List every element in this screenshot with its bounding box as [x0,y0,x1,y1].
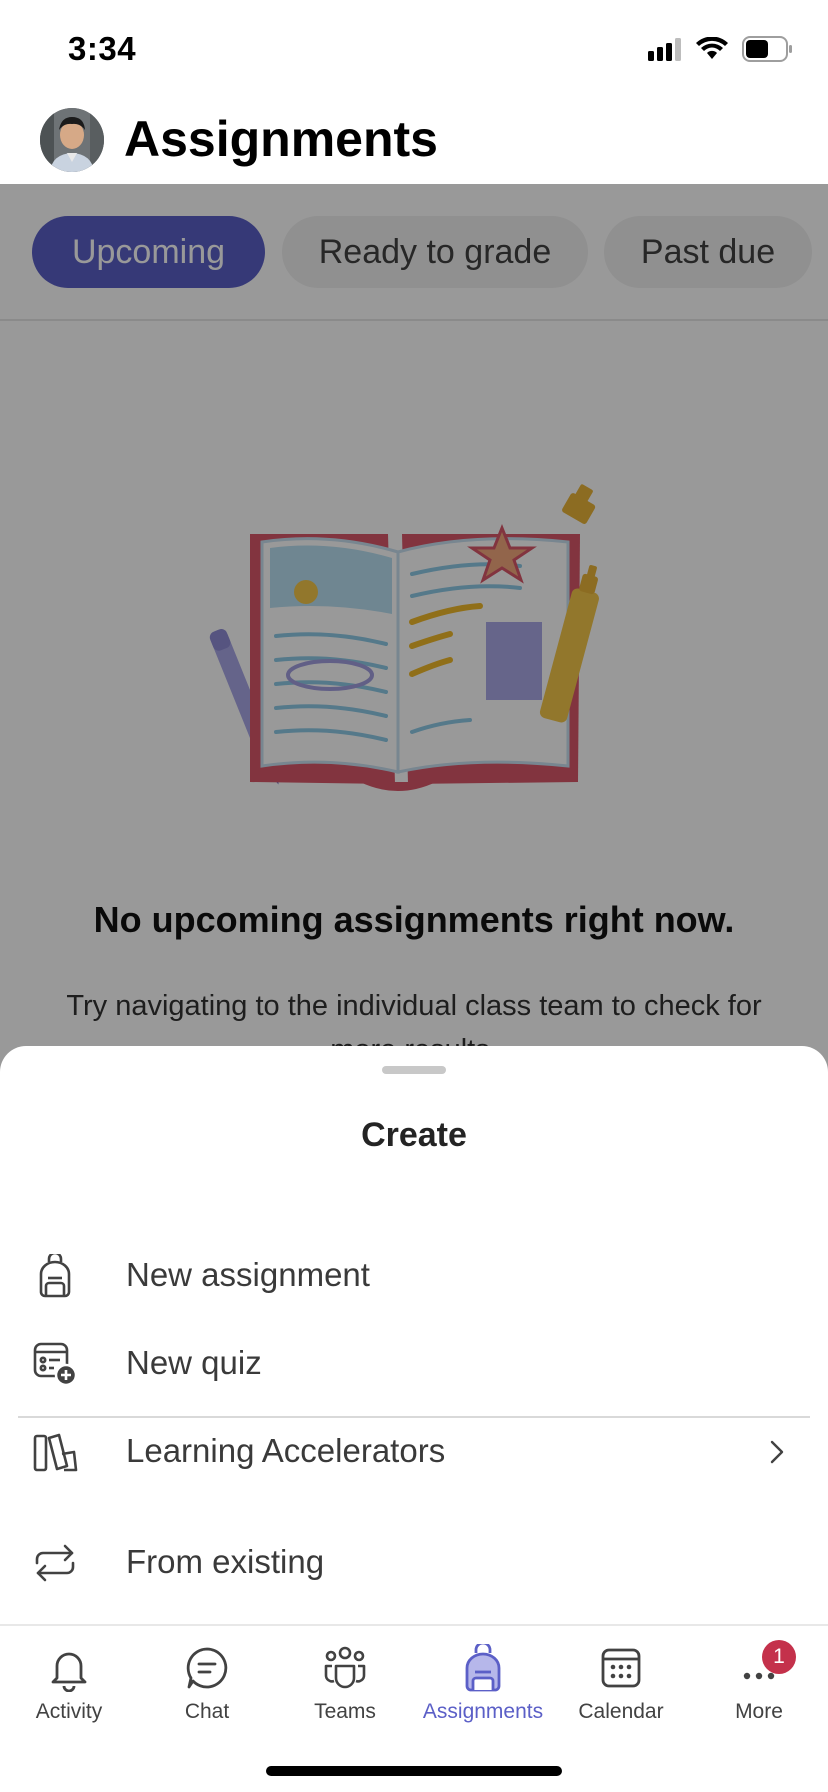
page-title: Assignments [124,111,438,167]
status-icons [648,36,794,62]
nav-item-chat[interactable]: Chat [138,1644,276,1740]
nav-item-calendar[interactable]: Calendar [552,1644,690,1740]
chevron-right-icon [762,1436,792,1468]
notification-badge: 1 [762,1640,796,1674]
sheet-divider [18,1416,810,1418]
status-bar: 3:34 [0,0,828,92]
nav-label-activity: Activity [35,1700,103,1723]
nav-item-teams[interactable]: Teams [276,1644,414,1740]
learning-accelerators-option[interactable]: Learning Accelerators [0,1408,828,1496]
from-existing-label: From existing [126,1543,325,1580]
create-bottom-sheet: Create New assignment New quiz Learning … [0,1046,828,1626]
quiz-add-icon [30,1340,80,1388]
nav-item-activity[interactable]: Activity [0,1644,138,1740]
bell-icon [51,1652,87,1692]
new-quiz-label: New quiz [126,1344,262,1381]
repeat-icon [30,1539,80,1587]
nav-label-chat: Chat [184,1700,230,1723]
wifi-icon [696,37,728,59]
teams-icon [324,1646,366,1689]
sheet-drag-handle[interactable] [382,1066,446,1074]
new-assignment-option[interactable]: New assignment [0,1232,828,1320]
home-indicator [266,1766,562,1776]
app-header: Assignments [0,92,828,184]
status-time: 3:34 [68,30,137,67]
avatar[interactable] [40,108,104,172]
from-existing-option[interactable]: From existing [0,1519,828,1607]
nav-item-more[interactable]: 1 More [690,1640,828,1740]
nav-label-calendar: Calendar [578,1700,664,1723]
sheet-title: Create [361,1116,467,1154]
learning-accelerators-label: Learning Accelerators [126,1432,446,1469]
battery-icon [742,36,792,62]
cellular-signal-icon [648,38,681,61]
backpack-icon [30,1252,80,1300]
backpack-icon [465,1644,501,1692]
nav-label-teams: Teams [314,1700,376,1723]
books-icon [30,1428,80,1476]
nav-label-assignments: Assignments [422,1700,544,1723]
new-quiz-option[interactable]: New quiz [0,1320,828,1408]
calendar-icon [601,1648,641,1688]
chat-icon [186,1647,228,1689]
nav-label-more: More [735,1700,783,1723]
nav-item-assignments[interactable]: Assignments [414,1644,552,1740]
new-assignment-label: New assignment [126,1256,370,1293]
